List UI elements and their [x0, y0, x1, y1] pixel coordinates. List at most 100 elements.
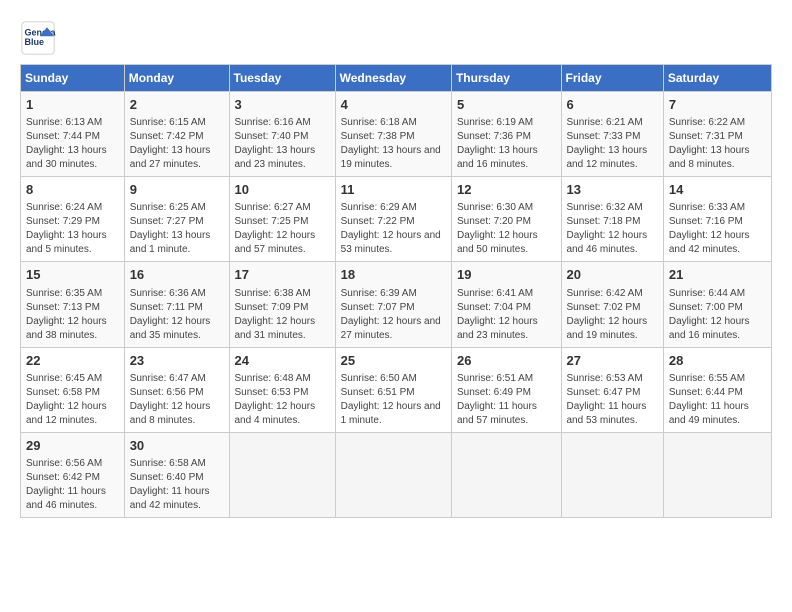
week-row-3: 15 Sunrise: 6:35 AMSunset: 7:13 PMDayligh…	[21, 262, 772, 347]
day-cell: 18 Sunrise: 6:39 AMSunset: 7:07 PMDayligh…	[335, 262, 451, 347]
day-cell: 21 Sunrise: 6:44 AMSunset: 7:00 PMDayligh…	[663, 262, 771, 347]
day-cell: 1 Sunrise: 6:13 AMSunset: 7:44 PMDaylight…	[21, 92, 125, 177]
day-number: 7	[669, 96, 766, 114]
day-cell: 13 Sunrise: 6:32 AMSunset: 7:18 PMDayligh…	[561, 177, 663, 262]
column-header-thursday: Thursday	[451, 65, 561, 92]
calendar-header-row: SundayMondayTuesdayWednesdayThursdayFrid…	[21, 65, 772, 92]
day-cell: 20Sunrise: 6:42 AMSunset: 7:02 PMDayligh…	[561, 262, 663, 347]
day-info: Sunrise: 6:51 AMSunset: 6:49 PMDaylight:…	[457, 372, 556, 428]
day-info: Sunrise: 6:55 AMSunset: 6:44 PMDaylight:…	[669, 372, 766, 428]
day-cell: 24 Sunrise: 6:48 AMSunset: 6:53 PMDayligh…	[229, 347, 335, 432]
day-info: Sunrise: 6:41 AMSunset: 7:04 PMDaylight:…	[457, 287, 556, 343]
day-info: Sunrise: 6:15 AMSunset: 7:42 PMDaylight:…	[130, 116, 224, 172]
day-number: 27	[567, 352, 658, 370]
day-info: Sunrise: 6:13 AMSunset: 7:44 PMDaylight:…	[26, 116, 119, 172]
svg-text:Blue: Blue	[25, 37, 45, 47]
day-cell: 8Sunrise: 6:24 AMSunset: 7:29 PMDaylight…	[21, 177, 125, 262]
day-info: Sunrise: 6:27 AMSunset: 7:25 PMDaylight:…	[235, 201, 330, 257]
calendar-table: SundayMondayTuesdayWednesdayThursdayFrid…	[20, 64, 772, 518]
day-number: 24	[235, 352, 330, 370]
day-cell: 3Sunrise: 6:16 AMSunset: 7:40 PMDaylight…	[229, 92, 335, 177]
day-cell: 2 Sunrise: 6:15 AMSunset: 7:42 PMDaylight…	[124, 92, 229, 177]
day-info: Sunrise: 6:53 AMSunset: 6:47 PMDaylight:…	[567, 372, 658, 428]
week-row-5: 29Sunrise: 6:56 AMSunset: 6:42 PMDayligh…	[21, 432, 772, 517]
column-header-wednesday: Wednesday	[335, 65, 451, 92]
day-info: Sunrise: 6:36 AMSunset: 7:11 PMDaylight:…	[130, 287, 224, 343]
day-cell: 9 Sunrise: 6:25 AMSunset: 7:27 PMDaylight…	[124, 177, 229, 262]
day-cell: 29Sunrise: 6:56 AMSunset: 6:42 PMDayligh…	[21, 432, 125, 517]
logo: General Blue	[20, 20, 62, 56]
day-number: 3	[235, 96, 330, 114]
logo-icon: General Blue	[20, 20, 56, 56]
day-number: 18	[341, 266, 446, 284]
day-number: 12	[457, 181, 556, 199]
day-number: 25	[341, 352, 446, 370]
day-info: Sunrise: 6:38 AMSunset: 7:09 PMDaylight:…	[235, 287, 330, 343]
week-row-4: 22 Sunrise: 6:45 AMSunset: 6:58 PMDayligh…	[21, 347, 772, 432]
day-cell	[335, 432, 451, 517]
day-info: Sunrise: 6:50 AMSunset: 6:51 PMDaylight:…	[341, 372, 446, 428]
day-number: 16	[130, 266, 224, 284]
day-number: 21	[669, 266, 766, 284]
day-info: Sunrise: 6:48 AMSunset: 6:53 PMDaylight:…	[235, 372, 330, 428]
day-cell: 25 Sunrise: 6:50 AMSunset: 6:51 PMDayligh…	[335, 347, 451, 432]
day-number: 22	[26, 352, 119, 370]
day-number: 30	[130, 437, 224, 455]
day-number: 20	[567, 266, 658, 284]
day-cell: 15 Sunrise: 6:35 AMSunset: 7:13 PMDayligh…	[21, 262, 125, 347]
header: General Blue	[20, 20, 772, 56]
day-cell: 12 Sunrise: 6:30 AMSunset: 7:20 PMDayligh…	[451, 177, 561, 262]
day-cell	[229, 432, 335, 517]
week-row-1: 1 Sunrise: 6:13 AMSunset: 7:44 PMDaylight…	[21, 92, 772, 177]
day-cell: 17 Sunrise: 6:38 AMSunset: 7:09 PMDayligh…	[229, 262, 335, 347]
day-info: Sunrise: 6:44 AMSunset: 7:00 PMDaylight:…	[669, 287, 766, 343]
day-cell: 28 Sunrise: 6:55 AMSunset: 6:44 PMDayligh…	[663, 347, 771, 432]
day-info: Sunrise: 6:39 AMSunset: 7:07 PMDaylight:…	[341, 287, 446, 343]
day-cell	[561, 432, 663, 517]
day-info: Sunrise: 6:30 AMSunset: 7:20 PMDaylight:…	[457, 201, 556, 257]
column-header-tuesday: Tuesday	[229, 65, 335, 92]
day-info: Sunrise: 6:24 AMSunset: 7:29 PMDaylight:…	[26, 201, 119, 257]
day-number: 26	[457, 352, 556, 370]
day-cell	[451, 432, 561, 517]
column-header-sunday: Sunday	[21, 65, 125, 92]
day-cell: 22 Sunrise: 6:45 AMSunset: 6:58 PMDayligh…	[21, 347, 125, 432]
day-number: 9	[130, 181, 224, 199]
column-header-saturday: Saturday	[663, 65, 771, 92]
day-cell	[663, 432, 771, 517]
day-info: Sunrise: 6:29 AMSunset: 7:22 PMDaylight:…	[341, 201, 446, 257]
day-info: Sunrise: 6:18 AMSunset: 7:38 PMDaylight:…	[341, 116, 446, 172]
day-number: 17	[235, 266, 330, 284]
day-info: Sunrise: 6:45 AMSunset: 6:58 PMDaylight:…	[26, 372, 119, 428]
day-cell: 11Sunrise: 6:29 AMSunset: 7:22 PMDayligh…	[335, 177, 451, 262]
day-cell: 26 Sunrise: 6:51 AMSunset: 6:49 PMDayligh…	[451, 347, 561, 432]
day-number: 13	[567, 181, 658, 199]
day-cell: 10 Sunrise: 6:27 AMSunset: 7:25 PMDayligh…	[229, 177, 335, 262]
day-number: 1	[26, 96, 119, 114]
day-info: Sunrise: 6:47 AMSunset: 6:56 PMDaylight:…	[130, 372, 224, 428]
day-number: 15	[26, 266, 119, 284]
day-cell: 23Sunrise: 6:47 AMSunset: 6:56 PMDayligh…	[124, 347, 229, 432]
day-cell: 16 Sunrise: 6:36 AMSunset: 7:11 PMDayligh…	[124, 262, 229, 347]
day-info: Sunrise: 6:21 AMSunset: 7:33 PMDaylight:…	[567, 116, 658, 172]
column-header-friday: Friday	[561, 65, 663, 92]
day-number: 10	[235, 181, 330, 199]
day-cell: 30 Sunrise: 6:58 AMSunset: 6:40 PMDayligh…	[124, 432, 229, 517]
day-info: Sunrise: 6:32 AMSunset: 7:18 PMDaylight:…	[567, 201, 658, 257]
day-number: 5	[457, 96, 556, 114]
day-info: Sunrise: 6:33 AMSunset: 7:16 PMDaylight:…	[669, 201, 766, 257]
day-info: Sunrise: 6:22 AMSunset: 7:31 PMDaylight:…	[669, 116, 766, 172]
day-info: Sunrise: 6:19 AMSunset: 7:36 PMDaylight:…	[457, 116, 556, 172]
day-number: 2	[130, 96, 224, 114]
day-number: 28	[669, 352, 766, 370]
day-number: 19	[457, 266, 556, 284]
day-cell: 7 Sunrise: 6:22 AMSunset: 7:31 PMDaylight…	[663, 92, 771, 177]
day-cell: 6Sunrise: 6:21 AMSunset: 7:33 PMDaylight…	[561, 92, 663, 177]
day-cell: 27 Sunrise: 6:53 AMSunset: 6:47 PMDayligh…	[561, 347, 663, 432]
day-number: 14	[669, 181, 766, 199]
day-info: Sunrise: 6:35 AMSunset: 7:13 PMDaylight:…	[26, 287, 119, 343]
day-info: Sunrise: 6:58 AMSunset: 6:40 PMDaylight:…	[130, 457, 224, 513]
day-cell: 14 Sunrise: 6:33 AMSunset: 7:16 PMDayligh…	[663, 177, 771, 262]
day-info: Sunrise: 6:25 AMSunset: 7:27 PMDaylight:…	[130, 201, 224, 257]
day-info: Sunrise: 6:56 AMSunset: 6:42 PMDaylight:…	[26, 457, 119, 513]
